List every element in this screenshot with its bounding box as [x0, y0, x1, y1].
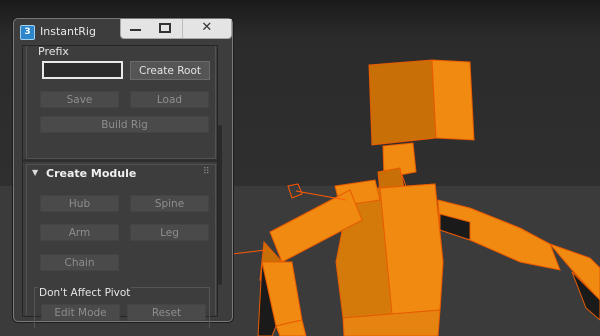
spine-button[interactable]: Spine: [130, 195, 209, 212]
close-button[interactable]: ✕: [181, 19, 231, 38]
instantrig-panel: 3 InstantRig ✕ Prefix Create Root Save L…: [13, 18, 233, 328]
title-bar[interactable]: 3 InstantRig ✕: [14, 19, 232, 45]
close-icon: ✕: [201, 20, 213, 35]
pivot-group: Don't Affect Pivot Edit Mode Reset: [34, 287, 210, 328]
prefix-label: Prefix: [38, 47, 69, 55]
leg-button[interactable]: Leg: [130, 224, 209, 241]
create-module-header[interactable]: ▼ Create Module ⠿: [27, 165, 215, 183]
pivot-group-label: Don't Affect Pivot: [38, 287, 132, 299]
reset-button[interactable]: Reset: [127, 304, 206, 321]
chain-button[interactable]: Chain: [40, 254, 119, 271]
edit-mode-button[interactable]: Edit Mode: [41, 304, 120, 321]
create-root-button[interactable]: Create Root: [130, 61, 210, 80]
build-rig-button[interactable]: Build Rig: [40, 116, 209, 133]
rig-rollout: Prefix Create Root Save Load Build Rig: [26, 46, 216, 159]
rollout-divider: [23, 159, 217, 162]
create-module-title: Create Module: [46, 167, 137, 180]
rollout-container: Prefix Create Root Save Load Build Rig ▼…: [22, 45, 218, 328]
load-button[interactable]: Load: [130, 91, 209, 108]
arm-button[interactable]: Arm: [40, 224, 119, 241]
panel-scrollbar[interactable]: [218, 125, 222, 285]
drag-grip-icon[interactable]: ⠿: [203, 167, 210, 177]
maximize-icon: [159, 23, 172, 33]
maximize-button[interactable]: [151, 19, 181, 38]
minimize-icon: [130, 29, 141, 31]
create-module-rollout: ▼ Create Module ⠿ Hub Spine Arm Leg Chai…: [26, 164, 216, 328]
minimize-button[interactable]: [121, 19, 151, 38]
prefix-input[interactable]: [42, 61, 123, 79]
save-button[interactable]: Save: [40, 91, 119, 108]
app-icon: 3: [20, 25, 35, 40]
collapse-arrow-icon: ▼: [32, 168, 39, 177]
hub-button[interactable]: Hub: [40, 195, 119, 212]
window-controls: ✕: [120, 19, 232, 39]
window-title: InstantRig: [40, 25, 96, 38]
